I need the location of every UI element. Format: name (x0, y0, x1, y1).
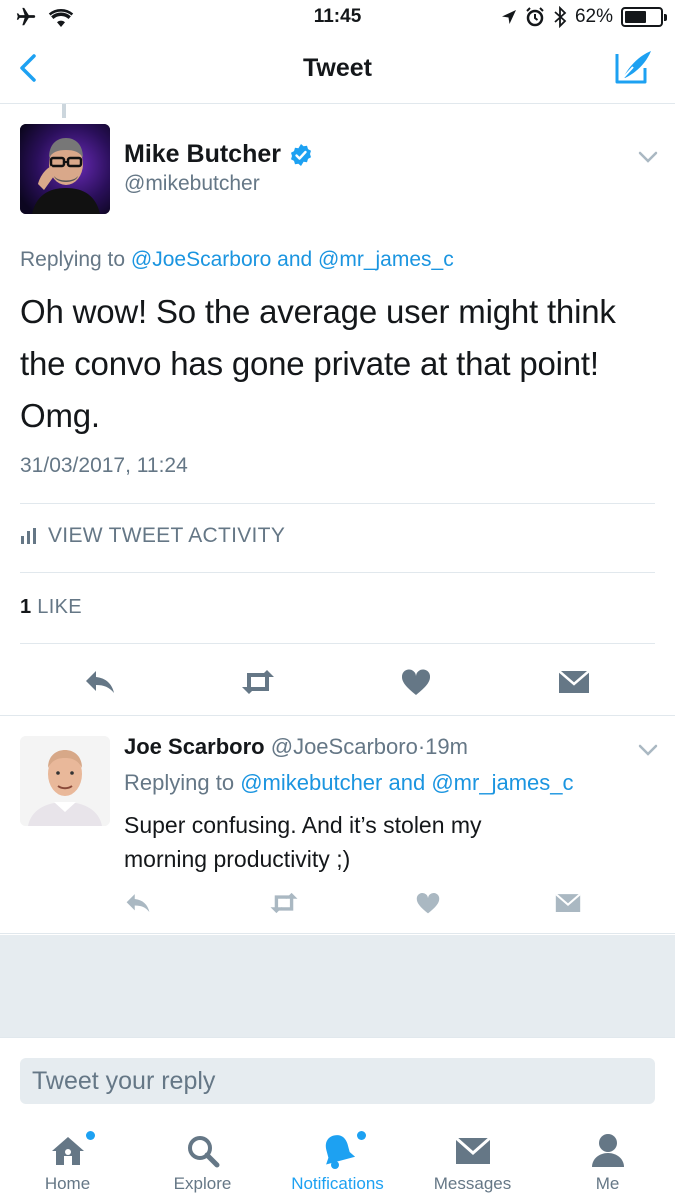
like-button[interactable] (408, 888, 448, 918)
tab-label: Me (595, 1174, 620, 1193)
bell-icon (325, 1135, 355, 1169)
mention-link[interactable]: @JoeScarboro (131, 248, 271, 271)
reply-button[interactable] (80, 664, 120, 700)
status-bar: 11:45 62% (0, 0, 675, 36)
compose-button[interactable] (613, 48, 655, 88)
compose-tweet-icon (615, 51, 651, 84)
divider (20, 572, 655, 573)
reply-text: Super confusing. And it’s stolen my morn… (124, 808, 644, 876)
replying-and[interactable]: and (277, 248, 312, 271)
battery-fill (625, 11, 646, 23)
reply-author-name[interactable]: Joe Scarboro (124, 734, 265, 759)
tweet-text: Oh wow! So the average user might think … (20, 286, 660, 442)
replying-prefix: Replying to (20, 248, 126, 271)
status-right: 62% (501, 6, 667, 28)
likes-count[interactable]: 1 LIKE (20, 596, 82, 619)
divider (20, 503, 655, 504)
mention-link[interactable]: @mr_james_c (318, 248, 454, 271)
retweet-button[interactable] (264, 888, 304, 918)
reply-text-line: Super confusing. And it’s stolen my (124, 812, 482, 838)
location-arrow-icon (501, 10, 516, 24)
retweet-button[interactable] (238, 664, 278, 700)
reply-composer (0, 1037, 675, 1117)
tab-bar: Home Explore Notifications Messages Me (0, 1117, 675, 1200)
alarm-icon (526, 7, 544, 27)
home-notification-dot (86, 1131, 95, 1140)
person-icon (591, 1134, 624, 1167)
reply-icon (126, 894, 150, 912)
mention-link[interactable]: @mr_james_c (431, 770, 573, 795)
reply-author-handle[interactable]: @JoeScarboro (271, 734, 418, 759)
replying-prefix: Replying to (124, 770, 235, 795)
tab-label: Messages (433, 1174, 512, 1193)
view-tweet-activity-label: VIEW TWEET ACTIVITY (48, 524, 286, 547)
avatar-image (20, 124, 110, 214)
search-icon (187, 1136, 219, 1168)
like-button[interactable] (396, 664, 436, 700)
envelope-icon (454, 1136, 491, 1164)
tab-label: Explore (173, 1174, 232, 1193)
tab-home[interactable]: Home (0, 1117, 135, 1200)
tweet-text-line: Omg. (20, 397, 100, 434)
divider (20, 643, 655, 644)
tweet-text-line: the convo has gone private at that point… (20, 345, 599, 382)
mention-link[interactable]: @mikebutcher (240, 770, 382, 795)
reply-tweet-actions (0, 888, 675, 918)
reply-tweet[interactable]: Joe Scarboro @JoeScarboro·19m Replying t… (0, 716, 675, 934)
chevron-down-icon[interactable] (637, 743, 659, 757)
verified-badge-icon (290, 143, 311, 166)
heart-icon (401, 669, 431, 695)
author-name-row: Mike Butcher (124, 140, 313, 169)
nav-bar: Tweet (0, 36, 675, 104)
reply-input[interactable] (20, 1058, 655, 1104)
direct-message-button[interactable] (548, 888, 588, 918)
tab-label: Home (44, 1174, 91, 1193)
envelope-icon (558, 670, 590, 693)
tab-me[interactable]: Me (540, 1117, 675, 1200)
home-icon (51, 1137, 84, 1165)
reply-age: 19m (425, 734, 468, 759)
reply-header: Joe Scarboro @JoeScarboro·19m (124, 734, 468, 760)
heart-icon (416, 892, 440, 914)
avatar-image (20, 736, 110, 826)
notifications-dot (357, 1131, 366, 1140)
tab-label: Notifications (291, 1174, 384, 1193)
tab-notifications[interactable]: Notifications (270, 1117, 405, 1200)
tweet-timestamp: 31/03/2017, 11:24 (20, 454, 188, 477)
replying-to: Replying to @mikebutcher and @mr_james_c (124, 770, 573, 796)
tab-messages[interactable]: Messages (405, 1117, 540, 1200)
reply-button[interactable] (118, 888, 158, 918)
empty-area (0, 935, 675, 1037)
bar-chart-icon (21, 528, 36, 544)
page-title: Tweet (303, 54, 372, 82)
battery-percent: 62% (574, 6, 613, 27)
tweet-actions (0, 664, 675, 700)
direct-message-button[interactable] (554, 664, 594, 700)
retweet-icon (270, 892, 298, 914)
tab-explore[interactable]: Explore (135, 1117, 270, 1200)
chevron-down-icon[interactable] (637, 150, 659, 164)
replying-to: Replying to @JoeScarboro and @mr_james_c (20, 248, 454, 272)
likes-label: LIKE (37, 596, 82, 618)
replying-and[interactable]: and (389, 770, 426, 795)
reply-text-line: morning productivity ;) (124, 846, 351, 872)
main-tweet: Mike Butcher @mikebutcher Replying to @J… (0, 104, 675, 716)
view-tweet-activity-button[interactable]: VIEW TWEET ACTIVITY (20, 524, 285, 548)
retweet-icon (242, 670, 274, 694)
avatar[interactable] (20, 124, 110, 214)
avatar[interactable] (20, 736, 110, 826)
likes-number: 1 (20, 596, 32, 618)
reply-icon (86, 671, 114, 693)
battery-icon (621, 7, 667, 27)
envelope-icon (555, 893, 581, 912)
author-handle[interactable]: @mikebutcher (124, 172, 260, 196)
bluetooth-icon (554, 6, 567, 28)
tweet-text-line: Oh wow! So the average user might think (20, 293, 616, 330)
author-name[interactable]: Mike Butcher (124, 140, 281, 169)
